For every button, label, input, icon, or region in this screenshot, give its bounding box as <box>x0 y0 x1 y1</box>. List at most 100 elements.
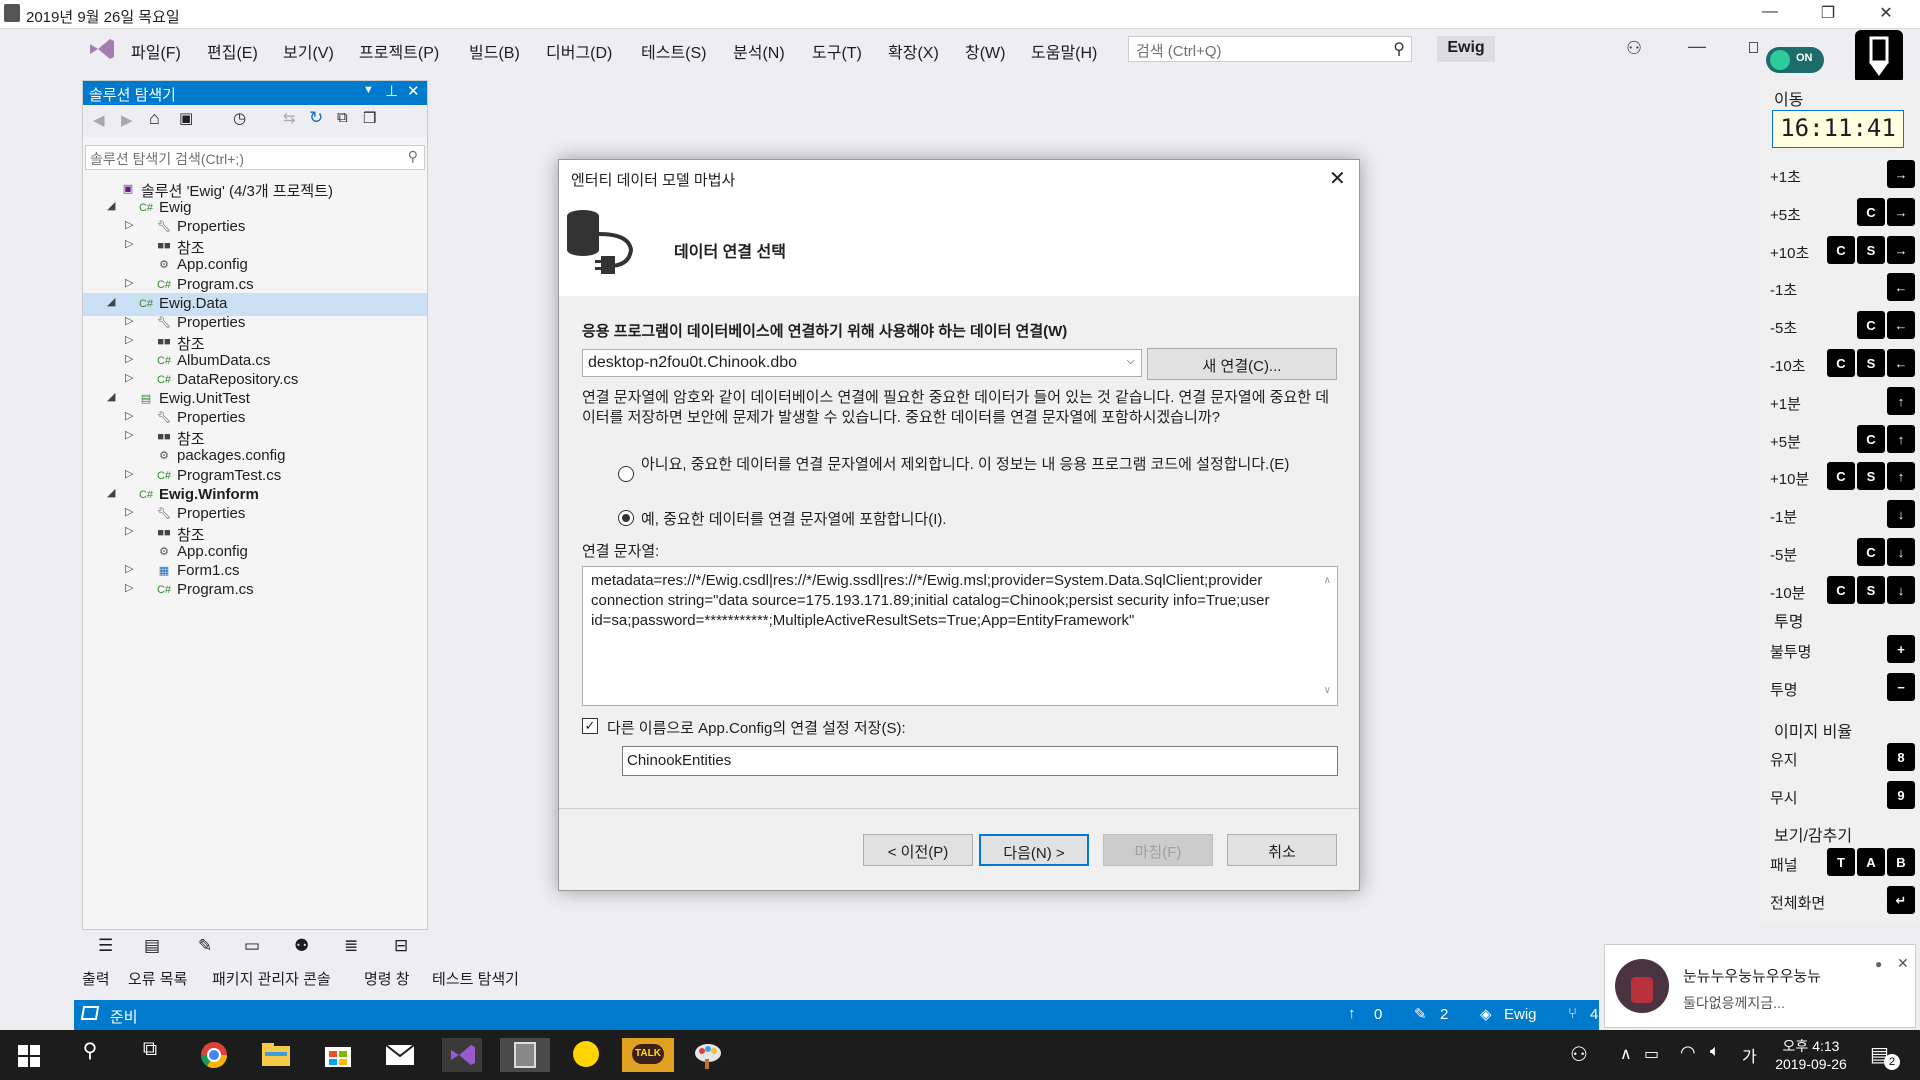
pending-edits-icon[interactable]: ✎ <box>1414 1005 1427 1023</box>
expand-arrow-icon[interactable]: ▷ <box>125 467 133 480</box>
pin-icon[interactable]: ⊥ <box>385 82 398 100</box>
time-shift-row[interactable]: +5분 C ↑ <box>1770 424 1916 455</box>
radio-include-label[interactable]: 예, 중요한 데이터를 연결 문자열에 포함합니다(I). <box>641 508 947 529</box>
connection-string-box[interactable]: metadata=res://*/Ewig.csdl|res://*/Ewig.… <box>582 566 1338 706</box>
shortcut-key[interactable]: ← <box>1887 273 1915 302</box>
menu-test[interactable]: 테스트(S) <box>641 39 707 63</box>
restore-ide-icon[interactable] <box>1749 42 1758 53</box>
previous-button[interactable]: < 이전(P) <box>863 834 973 866</box>
volume-icon[interactable]: 🔈︎ <box>1710 1043 1720 1061</box>
close-window-button[interactable]: ✕ <box>1866 3 1906 25</box>
expand-arrow-icon[interactable]: ▷ <box>125 218 133 231</box>
people-icon[interactable]: ⚇ <box>1570 1042 1588 1067</box>
pending-changes-icon[interactable]: ◷ <box>233 109 246 127</box>
push-icon[interactable]: ↑ <box>1348 1005 1356 1022</box>
forward-icon[interactable]: ▶ <box>121 111 133 129</box>
menu-extensions[interactable]: 확장(X) <box>888 39 939 63</box>
expand-arrow-icon[interactable]: ▷ <box>125 237 133 250</box>
expand-arrow-icon[interactable]: ◢ <box>107 390 115 403</box>
radio-include[interactable] <box>618 510 634 526</box>
tab-test-explorer[interactable]: 테스트 탐색기 <box>432 968 519 989</box>
enter-key[interactable]: ↵ <box>1887 886 1915 914</box>
time-shift-row[interactable]: -1분 ↓ <box>1770 500 1916 530</box>
live-share-icon[interactable]: ⚇ <box>1626 38 1642 59</box>
pin-icon[interactable]: ● <box>1875 957 1882 971</box>
show-hidden-icons[interactable]: ∧ <box>1620 1044 1632 1064</box>
task-view-icon[interactable]: ⧉ <box>130 1038 170 1072</box>
menu-window[interactable]: 창(W) <box>965 39 1005 63</box>
visual-studio-icon[interactable] <box>442 1038 482 1072</box>
kakaotalk-icon[interactable]: TALK <box>622 1038 674 1072</box>
next-button[interactable]: 다음(N) > <box>979 834 1089 866</box>
shortcut-key[interactable]: ↑ <box>1887 386 1915 415</box>
show-all-files-icon[interactable]: ❒ <box>363 109 376 127</box>
save-config-label[interactable]: 다른 이름으로 App.Config의 연결 설정 저장(S): <box>607 717 906 738</box>
shortcut-key[interactable]: ↓ <box>1887 575 1915 604</box>
transparent-key[interactable]: − <box>1887 673 1915 701</box>
restore-button[interactable]: ❐ <box>1808 3 1848 25</box>
scroll-down-icon[interactable]: ∨ <box>1324 681 1331 701</box>
cancel-button[interactable]: 취소 <box>1227 834 1337 866</box>
tree-item[interactable]: ▷ C# Program.cs <box>83 579 427 602</box>
ignore-ratio-row[interactable]: 무시 9 <box>1770 781 1916 811</box>
ime-indicator[interactable]: 가 <box>1742 1043 1757 1067</box>
shortcut-key[interactable]: → <box>1887 235 1915 264</box>
tab-command-window[interactable]: 명령 창 <box>364 968 410 989</box>
scroll-up-icon[interactable]: ∧ <box>1324 571 1331 591</box>
team-explorer-icon[interactable]: ⚉ <box>294 936 309 956</box>
time-shift-row[interactable]: +1초 → <box>1770 160 1916 190</box>
connection-dropdown[interactable]: desktop-n2fou0t.Chinook.dbo ⌵ <box>582 349 1142 377</box>
shortcut-key[interactable]: ↓ <box>1887 538 1915 566</box>
time-shift-row[interactable]: +10분 C S ↑ <box>1770 462 1916 492</box>
time-shift-row[interactable]: -10분 C S ↓ <box>1770 575 1916 606</box>
shortcut-key[interactable]: C <box>1857 424 1885 453</box>
windows-start-icon[interactable] <box>18 1045 40 1067</box>
wifi-icon[interactable]: ◠ <box>1680 1042 1696 1063</box>
time-shift-row[interactable]: -5분 C ↓ <box>1770 538 1916 568</box>
transparent-row[interactable]: 투명 − <box>1770 673 1916 703</box>
time-shift-row[interactable]: -10초 C S ← <box>1770 349 1916 379</box>
opaque-key[interactable]: + <box>1887 635 1915 663</box>
ignore-ratio-key[interactable]: 9 <box>1887 781 1915 809</box>
expand-arrow-icon[interactable]: ▷ <box>125 276 133 289</box>
switch-views-icon[interactable]: ▣ <box>179 109 193 127</box>
shortcut-key[interactable]: C <box>1827 235 1855 264</box>
fullscreen-row[interactable]: 전체화면 ↵ <box>1770 886 1916 916</box>
new-connection-button[interactable]: 새 연결(C)... <box>1147 348 1337 380</box>
menu-help[interactable]: 도움말(H) <box>1031 39 1097 63</box>
pin-hand-icon[interactable] <box>1855 30 1903 84</box>
save-config-checkbox[interactable]: ✓ <box>582 718 598 734</box>
battery-icon[interactable]: ▭ <box>1644 1044 1659 1064</box>
shortcut-key[interactable]: ↑ <box>1887 424 1915 453</box>
expand-arrow-icon[interactable]: ◢ <box>107 295 115 308</box>
close-icon[interactable]: ✕ <box>407 82 420 100</box>
expand-arrow-icon[interactable]: ◢ <box>107 486 115 499</box>
expand-arrow-icon[interactable]: ◢ <box>107 199 115 212</box>
menu-tools[interactable]: 도구(T) <box>812 39 862 63</box>
message-notification[interactable]: 눈뉴누우눙뉴우우눙뉴 둘다없응께지금... ● ✕ <box>1604 944 1916 1028</box>
toolbox-icon[interactable]: ⊟ <box>394 936 408 956</box>
tab-package-manager-console[interactable]: 패키지 관리자 콘솔 <box>212 968 331 989</box>
branch-icon[interactable]: ⑂ <box>1568 1005 1577 1022</box>
shortcut-key[interactable]: C <box>1827 462 1855 491</box>
minimize-ide-button[interactable]: — <box>1688 36 1706 57</box>
radio-exclude[interactable] <box>618 466 634 482</box>
expand-arrow-icon[interactable]: ▷ <box>125 428 133 441</box>
sticky-notes-icon[interactable] <box>566 1038 606 1072</box>
expand-arrow-icon[interactable]: ▷ <box>125 333 133 346</box>
expand-arrow-icon[interactable]: ▷ <box>125 581 133 594</box>
store-icon[interactable] <box>318 1038 358 1072</box>
time-shift-row[interactable]: +1분 ↑ <box>1770 386 1916 417</box>
minimize-button[interactable]: — <box>1750 3 1790 25</box>
menu-edit[interactable]: 편집(E) <box>207 39 258 63</box>
taskbar-date[interactable]: 2019-09-26 <box>1770 1056 1852 1072</box>
repo-icon[interactable]: ◈ <box>1480 1005 1492 1023</box>
shortcut-key[interactable]: C <box>1857 311 1885 340</box>
error-list-icon[interactable]: ▤ <box>144 936 160 956</box>
shortcut-key[interactable]: S <box>1857 462 1885 491</box>
shortcut-key[interactable]: ← <box>1887 311 1915 340</box>
file-explorer-icon[interactable] <box>256 1038 296 1072</box>
on-toggle[interactable]: ON <box>1766 47 1824 73</box>
shortcut-key[interactable]: → <box>1887 197 1915 226</box>
shortcut-key[interactable]: C <box>1827 349 1855 377</box>
